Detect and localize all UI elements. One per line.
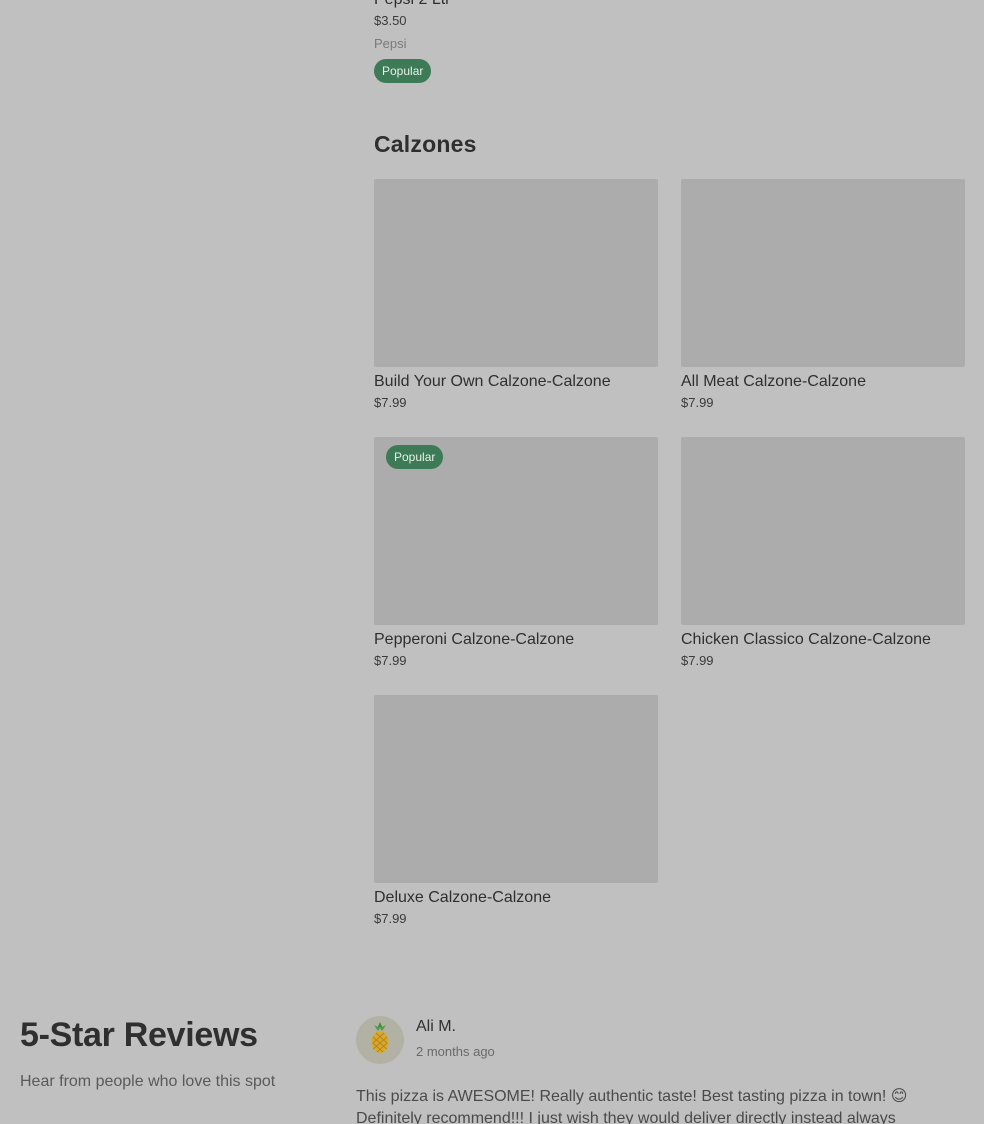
item-name: Pepperoni Calzone-Calzone — [374, 631, 575, 648]
menu-item-pepsi[interactable]: Pepsi 2 Ltr $3.50 Pepsi Popular — [374, 0, 450, 83]
item-price: $7.99 — [681, 395, 714, 410]
item-price: $7.99 — [374, 395, 407, 410]
item-price: $7.99 — [374, 653, 407, 668]
reviews-title: 5-Star Reviews — [20, 1016, 258, 1054]
item-image — [681, 179, 965, 367]
popular-badge: Popular — [374, 59, 432, 83]
menu-item-card[interactable]: Deluxe Calzone-Calzone $7.99 — [374, 695, 658, 928]
item-name: Deluxe Calzone-Calzone — [374, 889, 551, 906]
menu-item-card[interactable]: Build Your Own Calzone-Calzone $7.99 — [374, 179, 658, 412]
reviewer-name: Ali M. — [416, 1018, 456, 1035]
item-price: $7.99 — [374, 911, 407, 926]
item-image: Popular — [374, 437, 658, 625]
menu-item-card[interactable]: Chicken Classico Calzone-Calzone $7.99 — [681, 437, 965, 670]
item-price: $7.99 — [681, 653, 714, 668]
avatar — [356, 1016, 404, 1064]
item-image — [374, 695, 658, 883]
item-name: All Meat Calzone-Calzone — [681, 373, 866, 390]
item-name: Chicken Classico Calzone-Calzone — [681, 631, 931, 648]
menu-item-card[interactable]: All Meat Calzone-Calzone $7.99 — [681, 179, 965, 412]
item-description: Pepsi — [374, 36, 407, 51]
item-name: Pepsi 2 Ltr — [374, 0, 450, 10]
item-image — [374, 179, 658, 367]
section-title: Calzones — [374, 131, 477, 157]
menu-item-card[interactable]: Popular Pepperoni Calzone-Calzone $7.99 — [374, 437, 658, 670]
pineapple-icon — [367, 1021, 393, 1060]
item-image — [681, 437, 965, 625]
store-menu-page: Pepsi 2 Ltr $3.50 Pepsi Popular Calzones… — [0, 0, 984, 1124]
review-time: 2 months ago — [416, 1044, 495, 1059]
item-price: $3.50 — [374, 13, 407, 28]
reviews-subtitle: Hear from people who love this spot — [20, 1073, 276, 1090]
review-text: This pizza is AWESOME! Really authentic … — [356, 1088, 908, 1124]
popular-badge: Popular — [386, 445, 444, 469]
item-name: Build Your Own Calzone-Calzone — [374, 373, 611, 390]
